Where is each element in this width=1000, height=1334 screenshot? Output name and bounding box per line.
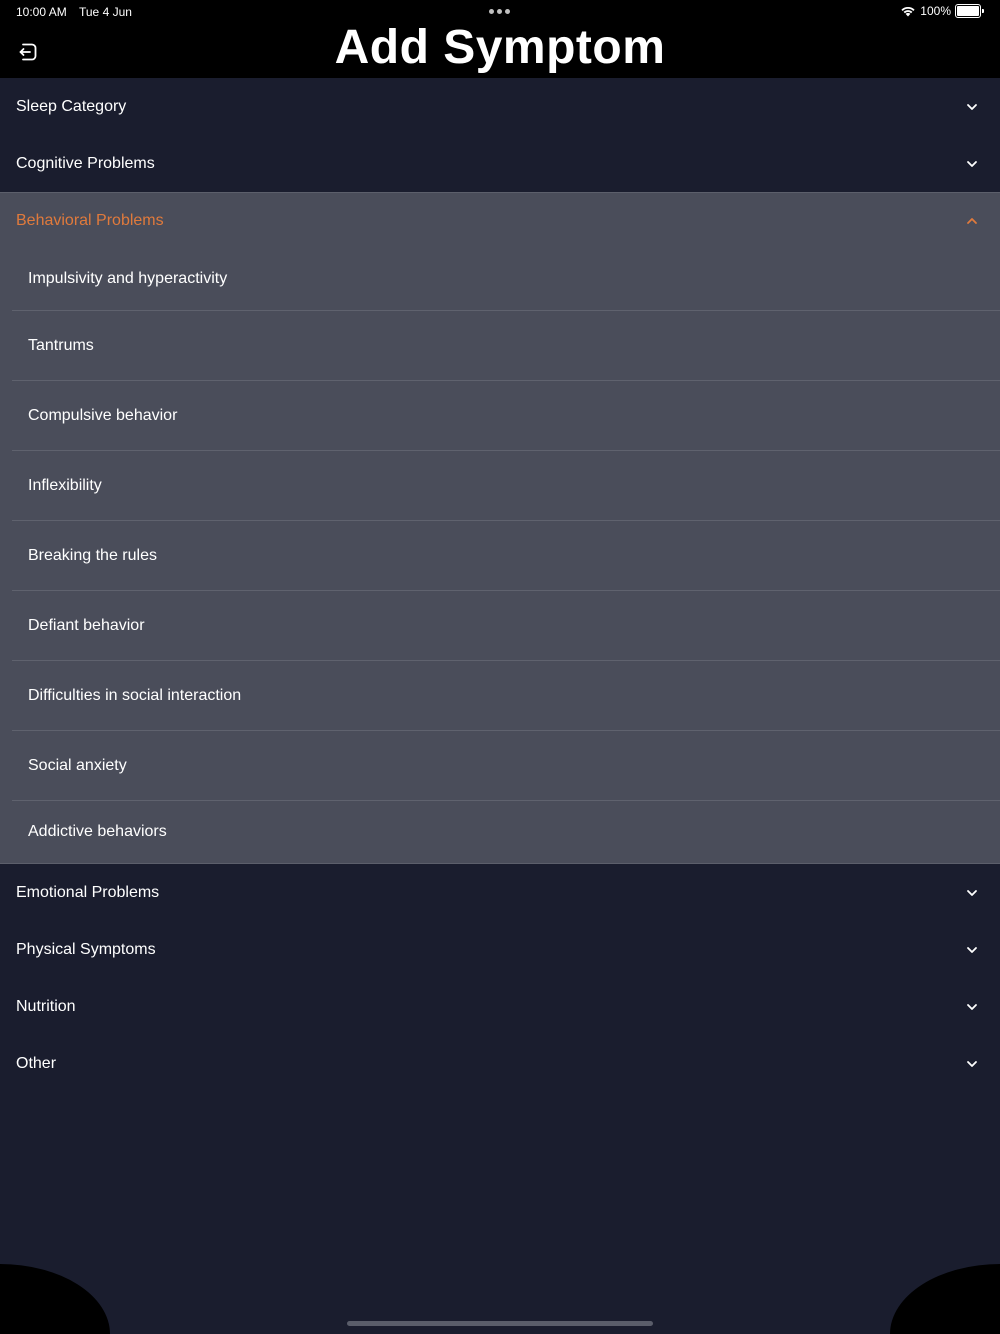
- home-indicator[interactable]: [347, 1321, 653, 1326]
- header: Add Symptom: [0, 21, 1000, 78]
- chevron-down-icon: [967, 889, 977, 896]
- status-time: 10:00 AM: [16, 5, 67, 19]
- symptom-item[interactable]: Social anxiety: [12, 731, 1000, 801]
- symptom-sub-list: Impulsivity and hyperactivity Tantrums C…: [0, 248, 1000, 863]
- wifi-icon: [901, 6, 915, 17]
- symptom-item[interactable]: Impulsivity and hyperactivity: [12, 248, 1000, 311]
- category-other[interactable]: Other: [0, 1035, 1000, 1092]
- categories-bottom: Emotional Problems Physical Symptoms Nut…: [0, 864, 1000, 1092]
- symptom-item[interactable]: Defiant behavior: [12, 591, 1000, 661]
- expanded-category: Behavioral Problems Impulsivity and hype…: [0, 192, 1000, 864]
- page-title: Add Symptom: [334, 21, 666, 74]
- symptom-item[interactable]: Addictive behaviors: [12, 801, 1000, 863]
- categories-top: Sleep Category Cognitive Problems: [0, 78, 1000, 192]
- category-label: Cognitive Problems: [16, 154, 155, 172]
- chevron-down-icon: [967, 160, 977, 167]
- symptom-item[interactable]: Breaking the rules: [12, 521, 1000, 591]
- symptom-list: Sleep Category Cognitive Problems Behavi…: [0, 78, 1000, 1334]
- category-label: Emotional Problems: [16, 883, 160, 901]
- symptom-item[interactable]: Compulsive behavior: [12, 381, 1000, 451]
- category-physical[interactable]: Physical Symptoms: [0, 921, 1000, 978]
- symptom-item[interactable]: Difficulties in social interaction: [12, 661, 1000, 731]
- battery-icon: [955, 4, 984, 18]
- chevron-down-icon: [967, 1003, 977, 1010]
- category-sleep[interactable]: Sleep Category: [0, 78, 1000, 135]
- category-emotional[interactable]: Emotional Problems: [0, 864, 1000, 921]
- category-label: Behavioral Problems: [16, 211, 164, 229]
- chevron-down-icon: [967, 103, 977, 110]
- status-date: Tue 4 Jun: [79, 5, 132, 19]
- chevron-down-icon: [967, 1060, 977, 1067]
- category-behavioral[interactable]: Behavioral Problems: [0, 193, 1000, 248]
- chevron-up-icon: [967, 217, 977, 224]
- category-label: Physical Symptoms: [16, 940, 156, 958]
- status-right: 100%: [900, 4, 984, 18]
- category-label: Other: [16, 1054, 57, 1072]
- category-nutrition[interactable]: Nutrition: [0, 978, 1000, 1035]
- symptom-item[interactable]: Inflexibility: [12, 451, 1000, 521]
- category-label: Nutrition: [16, 997, 76, 1015]
- chevron-down-icon: [967, 946, 977, 953]
- multitasking-dots-icon[interactable]: [489, 9, 510, 14]
- battery-percent: 100%: [920, 4, 951, 18]
- category-cognitive[interactable]: Cognitive Problems: [0, 135, 1000, 192]
- symptom-item[interactable]: Tantrums: [12, 311, 1000, 381]
- category-label: Sleep Category: [16, 97, 127, 115]
